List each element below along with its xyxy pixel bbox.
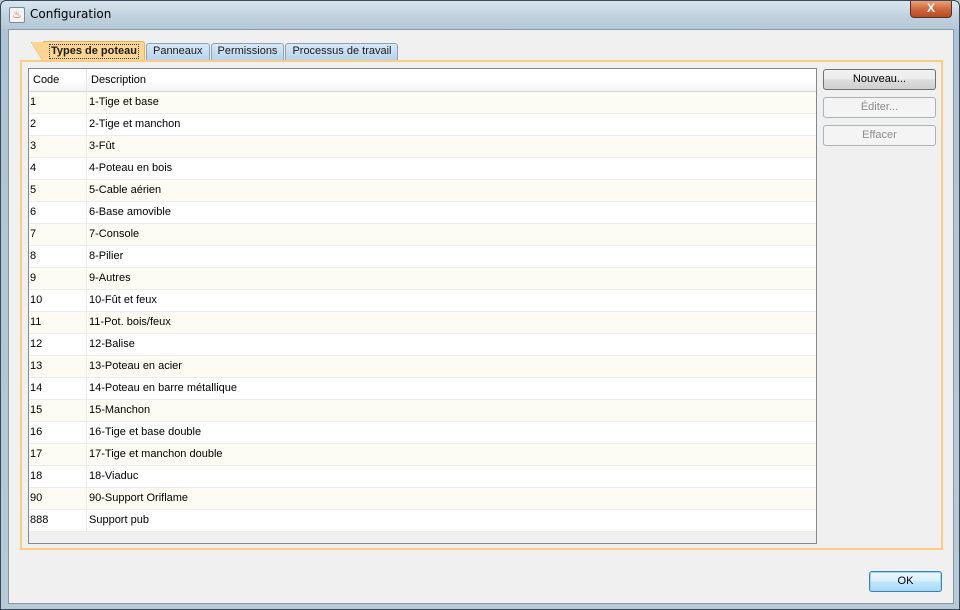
table-row[interactable]: 15 15-Manchon: [29, 400, 816, 422]
cell-description: 2-Tige et manchon: [89, 118, 181, 130]
cell-description: 9-Autres: [89, 272, 131, 284]
cell-description: 8-Pilier: [89, 250, 124, 262]
table-row[interactable]: 12 12-Balise: [29, 334, 816, 356]
cell-description: 13-Poteau en acier: [89, 360, 182, 372]
delete-button[interactable]: Effacer: [823, 125, 936, 146]
cell-code: 1: [29, 92, 87, 113]
cell-description: 5-Cable aérien: [89, 184, 162, 196]
dialog-content: Types de poteau Panneaux Permissions Pro…: [8, 29, 954, 604]
cell-code: 9: [29, 268, 87, 289]
cell-code: 4: [29, 158, 87, 179]
table-row[interactable]: 2 2-Tige et manchon: [29, 114, 816, 136]
cell-code: 6: [29, 202, 87, 223]
cell-code: 3: [29, 136, 87, 157]
cell-description: 15-Manchon: [89, 404, 151, 416]
tab-permissions[interactable]: Permissions: [210, 43, 285, 60]
table-row[interactable]: 14 14-Poteau en barre métallique: [29, 378, 816, 400]
cell-description: 16-Tige et base double: [89, 426, 202, 438]
cell-code: 17: [29, 444, 87, 465]
cell-code: 14: [29, 378, 87, 399]
cell-code: 10: [29, 290, 87, 311]
table-row[interactable]: 6 6-Base amovible: [29, 202, 816, 224]
table-row[interactable]: 11 11-Pot. bois/feux: [29, 312, 816, 334]
cell-description: 90-Support Oriflame: [89, 492, 189, 504]
cell-description: 12-Balise: [89, 338, 135, 350]
new-button[interactable]: Nouveau...: [823, 69, 936, 90]
table-row[interactable]: 3 3-Fût: [29, 136, 816, 158]
ok-button[interactable]: OK: [869, 571, 942, 592]
cell-code: 90: [29, 488, 87, 509]
tab-types-de-poteau[interactable]: Types de poteau: [31, 41, 145, 61]
pole-types-table: Code Description 1 1-Tige et base 2 2-Tige …: [28, 68, 817, 544]
cell-code: 888: [29, 510, 87, 531]
cell-description: 3-Fût: [89, 140, 115, 152]
tab-panel-types-de-poteau: Code Description 1 1-Tige et base 2 2-Tige …: [20, 60, 943, 550]
cell-code: 11: [29, 312, 87, 333]
table-row[interactable]: 13 13-Poteau en acier: [29, 356, 816, 378]
cell-code: 13: [29, 356, 87, 377]
cell-description: 14-Poteau en barre métallique: [89, 382, 237, 394]
column-header-code[interactable]: Code: [29, 69, 87, 92]
tab-bar: Types de poteau Panneaux Permissions Pro…: [31, 41, 399, 61]
table-row[interactable]: 9 9-Autres: [29, 268, 816, 290]
cell-code: 5: [29, 180, 87, 201]
table-row[interactable]: 7 7-Console: [29, 224, 816, 246]
cell-description: 6-Base amovible: [89, 206, 171, 218]
table-header: Code Description: [29, 69, 816, 92]
table-row[interactable]: 8 8-Pilier: [29, 246, 816, 268]
cell-code: 2: [29, 114, 87, 135]
cell-description: 17-Tige et manchon double: [89, 448, 223, 460]
close-button[interactable]: X: [910, 1, 952, 18]
cell-description: 18-Viaduc: [89, 470, 139, 482]
cell-code: 8: [29, 246, 87, 267]
cell-description: 10-Fût et feux: [89, 294, 157, 306]
table-row[interactable]: 17 17-Tige et manchon double: [29, 444, 816, 466]
cell-code: 16: [29, 422, 87, 443]
configuration-window: ♨ Configuration X Types de poteau Pannea…: [0, 0, 960, 610]
table-body: 1 1-Tige et base 2 2-Tige et manchon 3 3-Fût 4…: [29, 92, 816, 532]
cell-description: 7-Console: [89, 228, 140, 240]
cell-description: 4-Poteau en bois: [89, 162, 173, 174]
table-row[interactable]: 888 Support pub: [29, 510, 816, 532]
tab-label: Types de poteau: [49, 44, 139, 59]
cell-code: 12: [29, 334, 87, 355]
cell-description: Support pub: [89, 514, 149, 526]
cell-description: 1-Tige et base: [89, 96, 159, 108]
java-cup-icon: ♨: [9, 7, 25, 23]
tab-panneaux[interactable]: Panneaux: [145, 43, 210, 60]
table-row[interactable]: 1 1-Tige et base: [29, 92, 816, 114]
table-row[interactable]: 16 16-Tige et base double: [29, 422, 816, 444]
column-header-description[interactable]: Description: [87, 69, 816, 92]
tab-processus-de-travail[interactable]: Processus de travail: [285, 43, 399, 60]
table-row[interactable]: 10 10-Fût et feux: [29, 290, 816, 312]
cell-code: 15: [29, 400, 87, 421]
edit-button[interactable]: Éditer...: [823, 97, 936, 118]
cell-code: 18: [29, 466, 87, 487]
cell-code: 7: [29, 224, 87, 245]
cell-description: 11-Pot. bois/feux: [89, 316, 171, 328]
table-row[interactable]: 4 4-Poteau en bois: [29, 158, 816, 180]
table-row[interactable]: 18 18-Viaduc: [29, 466, 816, 488]
table-row[interactable]: 90 90-Support Oriflame: [29, 488, 816, 510]
table-row[interactable]: 5 5-Cable aérien: [29, 180, 816, 202]
window-title: Configuration: [30, 7, 112, 21]
title-bar[interactable]: ♨ Configuration X: [1, 1, 959, 29]
